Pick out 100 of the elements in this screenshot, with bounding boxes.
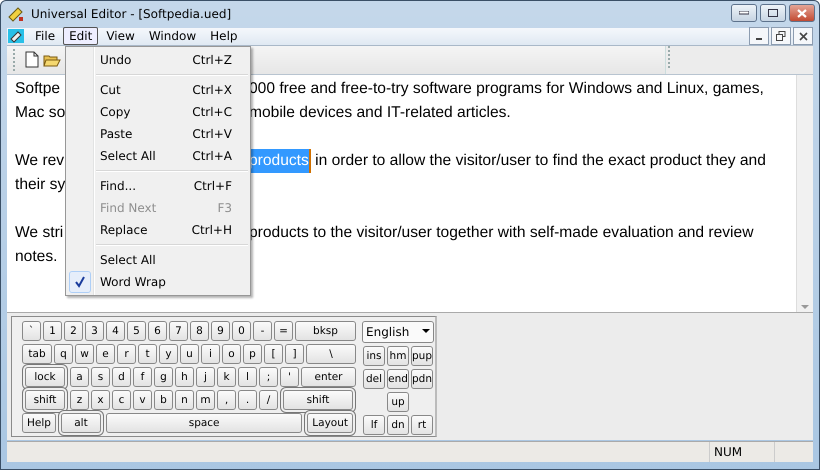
key-button[interactable]: ] xyxy=(285,344,304,364)
key-button[interactable]: lf xyxy=(363,414,385,435)
key-button[interactable]: 9 xyxy=(211,320,230,341)
key-button[interactable]: r xyxy=(117,344,136,364)
key-button[interactable]: = xyxy=(274,320,293,341)
menu-item[interactable]: View xyxy=(100,27,141,46)
key-button[interactable]: g xyxy=(154,366,173,387)
text-line: in order to allow the visitor/user to find the exact product they and xyxy=(314,150,766,171)
text-line: We rev xyxy=(15,152,64,169)
menu-entry[interactable]: Paste Ctrl+V xyxy=(66,123,250,145)
key-button[interactable]: 3 xyxy=(85,320,104,341)
menu-item[interactable]: Help xyxy=(204,27,244,46)
key-button[interactable]: alt xyxy=(60,412,101,433)
key-button[interactable]: Help xyxy=(22,412,56,433)
key-button[interactable]: 8 xyxy=(190,320,209,341)
close-icon xyxy=(798,32,808,41)
key-button[interactable]: n xyxy=(175,390,194,410)
key-button[interactable]: shift xyxy=(283,390,353,410)
key-button[interactable]: l xyxy=(238,366,257,387)
key-button[interactable]: a xyxy=(70,366,89,387)
caret-icon xyxy=(422,329,430,334)
key-button[interactable]: bksp xyxy=(295,320,356,341)
window-title: Universal Editor - [Softpedia.ued] xyxy=(31,7,232,22)
key-button[interactable]: w xyxy=(75,344,94,364)
menu-entry[interactable]: Select All Ctrl+A xyxy=(66,145,250,167)
key-button[interactable]: i xyxy=(201,344,220,364)
key-button[interactable]: s xyxy=(91,366,110,387)
restore-button[interactable] xyxy=(771,27,791,46)
language-dropdown[interactable]: English xyxy=(362,320,434,343)
key-button[interactable]: 0 xyxy=(232,320,251,341)
vertical-scrollbar[interactable] xyxy=(796,74,813,312)
key-button[interactable]: z xyxy=(70,390,89,410)
key-button[interactable]: t xyxy=(138,344,157,364)
key-button[interactable]: enter xyxy=(301,366,356,387)
key-button[interactable]: v xyxy=(133,390,152,410)
menu-item[interactable]: Edit xyxy=(63,27,98,46)
minimize-button[interactable] xyxy=(749,27,769,46)
key-button[interactable]: 5 xyxy=(127,320,146,341)
key-button[interactable]: f xyxy=(133,366,152,387)
key-button[interactable]: ' xyxy=(280,366,299,387)
menu-entry[interactable]: Select All xyxy=(66,249,250,271)
key-button[interactable]: u xyxy=(180,344,199,364)
key-button[interactable]: dn xyxy=(387,414,409,435)
maximize-button[interactable] xyxy=(760,4,786,22)
key-button[interactable]: 6 xyxy=(148,320,167,341)
key-button[interactable]: hm xyxy=(387,346,409,366)
key-button[interactable]: [ xyxy=(264,344,283,364)
key-button[interactable]: 4 xyxy=(106,320,125,341)
key-button[interactable]: e xyxy=(96,344,115,364)
key-button[interactable]: 2 xyxy=(64,320,83,341)
key-button[interactable]: Layout xyxy=(307,412,353,433)
key-button[interactable]: 7 xyxy=(169,320,188,341)
menu-entry[interactable]: Cut Ctrl+X xyxy=(66,79,250,101)
key-button[interactable]: , xyxy=(217,390,236,410)
menu-entry[interactable]: Copy Ctrl+C xyxy=(66,101,250,123)
key-button[interactable]: shift xyxy=(25,390,65,410)
close-button[interactable] xyxy=(789,4,815,22)
key-button[interactable]: lock xyxy=(25,366,65,387)
key-button[interactable]: d xyxy=(112,366,131,387)
minimize-button[interactable] xyxy=(731,4,757,22)
key-button[interactable]: tab xyxy=(22,344,52,364)
maximize-icon xyxy=(768,9,778,18)
key-button[interactable]: k xyxy=(217,366,236,387)
text-line: notes. xyxy=(15,248,58,265)
key-button[interactable]: ` xyxy=(22,320,41,341)
key-button[interactable]: del xyxy=(363,368,385,389)
key-button[interactable]: o xyxy=(222,344,241,364)
key-button[interactable]: end xyxy=(387,368,409,389)
key-button[interactable]: pup xyxy=(411,346,433,366)
key-button[interactable]: q xyxy=(54,344,73,364)
key-button[interactable]: rt xyxy=(411,414,433,435)
menu-item[interactable]: File xyxy=(29,27,62,46)
menu-item[interactable]: Window xyxy=(142,27,202,46)
menu-entry[interactable]: Replace Ctrl+H xyxy=(66,219,250,241)
key-button[interactable]: ; xyxy=(259,366,278,387)
key-button[interactable]: y xyxy=(159,344,178,364)
menu-entry[interactable]: Undo Ctrl+Z xyxy=(66,49,250,71)
new-file-icon[interactable] xyxy=(25,51,39,68)
key-button[interactable]: j xyxy=(196,366,215,387)
key-button[interactable]: m xyxy=(196,390,215,410)
key-button[interactable]: b xyxy=(154,390,173,410)
checkmark-icon xyxy=(74,276,86,288)
key-button[interactable]: ins xyxy=(363,346,385,366)
key-button[interactable]: \ xyxy=(306,344,356,364)
text-line: We stri xyxy=(15,224,64,241)
key-button[interactable]: c xyxy=(112,390,131,410)
menu-entry[interactable]: Find... Ctrl+F xyxy=(66,175,250,197)
key-button[interactable]: x xyxy=(91,390,110,410)
key-button[interactable]: 1 xyxy=(43,320,62,341)
close-button[interactable] xyxy=(793,27,813,46)
menu-entry[interactable]: Word Wrap xyxy=(66,271,250,293)
key-button[interactable]: - xyxy=(253,320,272,341)
key-button[interactable]: . xyxy=(238,390,257,410)
key-button[interactable]: pdn xyxy=(411,368,433,389)
key-button[interactable]: up xyxy=(387,392,409,412)
key-button[interactable]: space xyxy=(106,412,302,433)
key-button[interactable]: / xyxy=(259,390,278,410)
key-button[interactable]: p xyxy=(243,344,262,364)
key-button[interactable]: h xyxy=(175,366,194,387)
close-icon xyxy=(797,8,807,18)
